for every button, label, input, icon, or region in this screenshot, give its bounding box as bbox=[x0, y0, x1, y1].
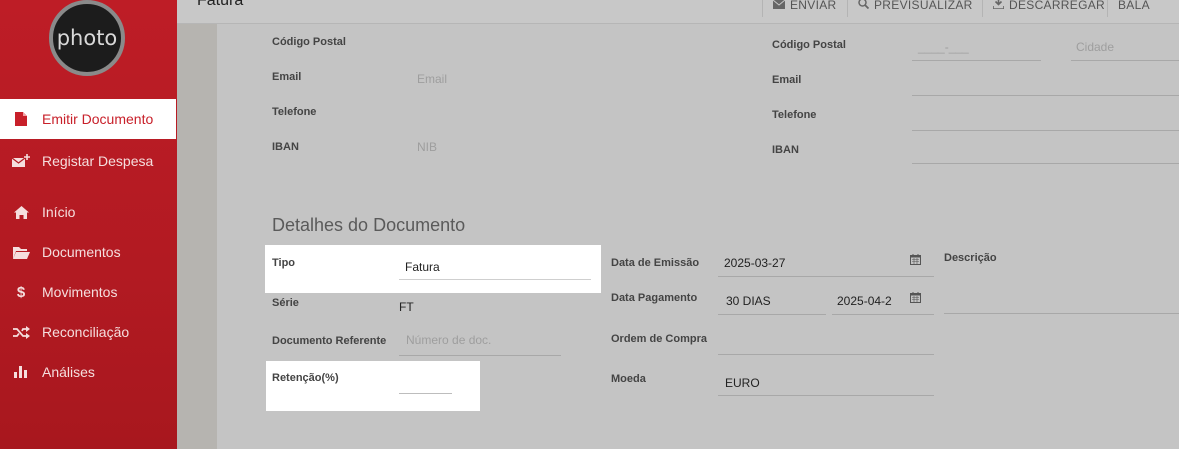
payment-terms-underline bbox=[718, 314, 826, 315]
mail-plus-icon bbox=[11, 154, 31, 168]
purchase-order-input[interactable] bbox=[718, 354, 934, 355]
folder-icon bbox=[11, 246, 31, 259]
company-city-input[interactable]: Cidade bbox=[1076, 40, 1114, 54]
client-email-input[interactable]: Email bbox=[417, 72, 447, 86]
emission-date-input[interactable]: 2025-03-27 bbox=[724, 256, 785, 270]
company-iban-input[interactable] bbox=[912, 163, 1179, 164]
client-email-label: Email bbox=[272, 71, 302, 83]
payment-date-label: Data Pagamento bbox=[611, 292, 698, 304]
company-phone-label: Telefone bbox=[772, 109, 817, 121]
company-iban-label: IBAN bbox=[772, 144, 799, 156]
sidebar-item-label: Emitir Documento bbox=[42, 111, 154, 127]
client-iban-input[interactable]: NIB bbox=[417, 140, 437, 154]
doc-ref-label: Documento Referente bbox=[272, 335, 387, 347]
sidebar-item-reconciliacao[interactable]: Reconciliação bbox=[0, 312, 177, 352]
doc-ref-underline bbox=[399, 355, 561, 356]
currency-underline bbox=[718, 395, 934, 396]
sidebar-item-emitir-documento[interactable]: Emitir Documento bbox=[0, 99, 176, 139]
sidebar-item-label: Movimentos bbox=[42, 284, 118, 300]
serie-value[interactable]: FT bbox=[399, 300, 414, 314]
sidebar-item-registar-despesa[interactable]: Registar Despesa bbox=[0, 141, 177, 181]
shuffle-icon bbox=[11, 325, 31, 339]
emission-date-label: Data de Emissão bbox=[611, 257, 700, 269]
currency-label: Moeda bbox=[611, 373, 646, 385]
download-icon bbox=[992, 0, 1005, 12]
description-input[interactable] bbox=[944, 313, 1179, 314]
sidebar-item-label: Análises bbox=[42, 364, 95, 380]
purchase-order-label: Ordem de Compra bbox=[611, 333, 707, 345]
serie-label: Série bbox=[272, 297, 299, 309]
description-label: Descrição bbox=[944, 252, 997, 264]
dollar-icon: $ bbox=[16, 283, 26, 301]
client-iban-label: IBAN bbox=[272, 141, 299, 153]
avatar-label: photo bbox=[56, 26, 118, 50]
mail-icon bbox=[772, 0, 786, 12]
search-icon bbox=[858, 0, 870, 12]
avatar[interactable]: photo bbox=[49, 0, 125, 76]
company-email-input[interactable] bbox=[912, 95, 1179, 96]
retencao-input[interactable] bbox=[399, 393, 452, 394]
tipo-underline bbox=[399, 279, 591, 280]
retencao-highlight bbox=[266, 361, 480, 411]
currency-select[interactable]: EURO bbox=[725, 376, 760, 390]
sidebar-item-movimentos[interactable]: $ Movimentos bbox=[0, 272, 177, 312]
preview-button[interactable]: PREVISUALIZAR bbox=[847, 0, 983, 17]
send-button-label: ENVIAR bbox=[790, 0, 837, 12]
sidebar-item-label: Registar Despesa bbox=[42, 153, 154, 169]
payment-date-underline bbox=[832, 314, 934, 315]
bar-chart-icon bbox=[11, 366, 31, 378]
balance-button[interactable]: BALA bbox=[1107, 0, 1160, 17]
client-phone-label: Telefone bbox=[272, 106, 317, 118]
company-postal-code-label: Código Postal bbox=[772, 39, 846, 51]
section-title: Detalhes do Documento bbox=[272, 215, 466, 235]
company-postal-code-input[interactable]: ____-___ bbox=[918, 40, 969, 54]
sidebar-item-inicio[interactable]: Início bbox=[0, 192, 177, 232]
sidebar-item-documentos[interactable]: Documentos bbox=[0, 232, 177, 272]
content-gutter bbox=[177, 24, 217, 449]
preview-button-label: PREVISUALIZAR bbox=[874, 0, 973, 12]
sidebar-item-label: Reconciliação bbox=[42, 324, 130, 340]
payment-terms-select[interactable]: 30 DIAS bbox=[726, 294, 771, 308]
download-button-label: DESCARREGAR bbox=[1009, 0, 1105, 12]
download-button[interactable]: DESCARREGAR bbox=[982, 0, 1115, 17]
top-bar: Fatura ENVIAR PREVISUALIZAR DESCARREGAR … bbox=[177, 0, 1179, 24]
sidebar-item-label: Início bbox=[42, 204, 76, 220]
doc-ref-input[interactable]: Número de doc. bbox=[406, 333, 491, 347]
retencao-label: Retenção(%) bbox=[272, 372, 339, 384]
sidebar: photo Emitir Documento Registar Despesa … bbox=[0, 0, 177, 449]
emission-date-underline bbox=[718, 276, 934, 277]
company-city-underline bbox=[1071, 60, 1179, 61]
send-button[interactable]: ENVIAR bbox=[762, 0, 846, 17]
calendar-icon[interactable] bbox=[910, 292, 921, 306]
home-icon bbox=[11, 205, 31, 219]
company-email-label: Email bbox=[772, 74, 802, 86]
company-phone-input[interactable] bbox=[912, 130, 1179, 131]
payment-date-input[interactable]: 2025-04-2 bbox=[837, 294, 892, 308]
file-icon bbox=[11, 112, 31, 126]
company-postal-code-underline bbox=[912, 60, 1041, 61]
tipo-label: Tipo bbox=[272, 257, 296, 269]
balance-button-label: BALA bbox=[1118, 0, 1150, 12]
client-postal-code-label: Código Postal bbox=[272, 36, 346, 48]
calendar-icon[interactable] bbox=[910, 254, 921, 268]
tipo-select[interactable]: Fatura bbox=[405, 260, 440, 274]
sidebar-item-analises[interactable]: Análises bbox=[0, 352, 177, 392]
page-title: Fatura bbox=[197, 0, 244, 9]
sidebar-item-label: Documentos bbox=[42, 244, 121, 260]
